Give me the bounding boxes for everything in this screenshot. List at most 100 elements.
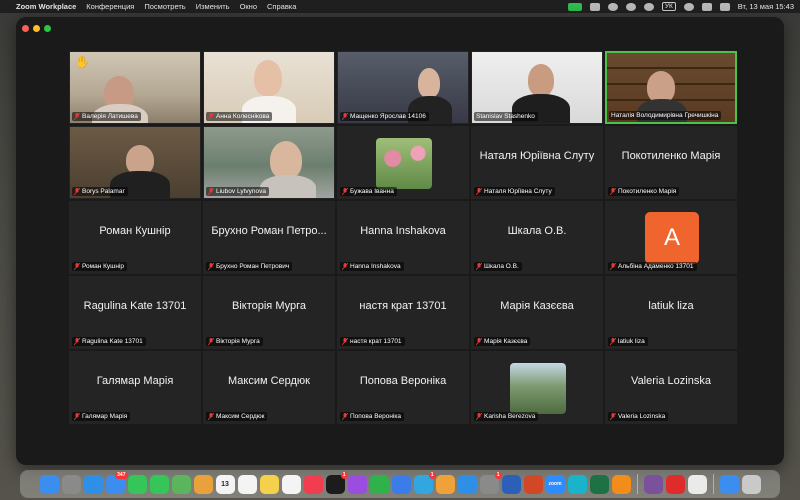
numbers-icon[interactable]	[369, 474, 389, 494]
participant-name-label: Stanislav Stashenko	[474, 112, 538, 121]
participant-tile[interactable]: Анна Колеснікова	[203, 51, 335, 124]
clock-tray-icon[interactable]	[607, 2, 618, 11]
play-tray-icon[interactable]	[643, 2, 654, 11]
participant-tile[interactable]: Покотиленко Марія Покотиленко Марія	[605, 126, 737, 199]
menu-view[interactable]: Посмотреть	[144, 2, 185, 11]
participant-tile[interactable]: Stanislav Stashenko	[471, 51, 603, 124]
participant-display-name: Покотиленко Марія	[621, 150, 721, 162]
participant-name: Мащенко Ярослав 14106	[350, 113, 426, 120]
mic-muted-icon	[208, 263, 214, 270]
launchpad-icon[interactable]	[61, 474, 81, 494]
participant-tile[interactable]: Karisha Berezova	[471, 351, 603, 424]
music-icon[interactable]	[303, 474, 323, 494]
profile-photo	[510, 363, 566, 414]
dock: 347 13 1 1 1 zoom	[20, 470, 780, 498]
participant-tile[interactable]: настя крат 13701 настя крат 13701	[337, 276, 469, 349]
zoom-tray-icon[interactable]	[589, 2, 600, 11]
excel-icon[interactable]	[589, 474, 609, 494]
participant-tile[interactable]: Вікторія Мурга Вікторія Мурга	[203, 276, 335, 349]
preview-icon[interactable]	[687, 474, 707, 494]
control-center-icon[interactable]	[719, 2, 730, 11]
participant-tile[interactable]: Галямар Марія Галямар Марія	[69, 351, 201, 424]
mic-muted-icon	[476, 413, 482, 420]
canva-icon[interactable]	[567, 474, 587, 494]
participant-display-name: Марія Казєєва	[500, 300, 574, 312]
calendar-icon[interactable]: 13	[215, 474, 235, 494]
menubar-clock[interactable]: Вт, 13 мая 15:43	[738, 2, 794, 11]
battery-icon[interactable]	[701, 2, 712, 11]
mail-icon[interactable]: 347	[105, 471, 128, 494]
viber-icon[interactable]	[643, 474, 663, 494]
settings-icon[interactable]: 1	[479, 471, 502, 494]
participant-name-label: Наталя Юріївна Слуту	[474, 187, 555, 196]
freeform-icon[interactable]	[281, 474, 301, 494]
participant-name: Попова Вероніка	[350, 413, 402, 420]
menu-edit[interactable]: Изменить	[196, 2, 230, 11]
participant-tile[interactable]: Мащенко Ярослав 14106	[337, 51, 469, 124]
participant-tile[interactable]: ✋ Валерія Латишева	[69, 51, 201, 124]
profile-photo	[376, 138, 432, 189]
participant-name: Stanislav Stashenko	[476, 113, 535, 120]
participant-tile[interactable]: Шкала О.В. Шкала О.В.	[471, 201, 603, 274]
participant-name-label: Hanna Inshakova	[340, 262, 404, 271]
mic-muted-icon	[610, 263, 616, 270]
participant-name: Liubov Lytvynova	[216, 188, 266, 195]
participant-name-label: Анна Колеснікова	[206, 112, 273, 121]
facetime-icon[interactable]	[127, 474, 147, 494]
keyboard-layout-indicator[interactable]: УК	[661, 2, 676, 11]
participant-name-label: Мащенко Ярослав 14106	[340, 112, 429, 121]
participant-tile[interactable]: Максим Сердюк Максим Сердюк	[203, 351, 335, 424]
participant-tile[interactable]: Ragulina Kate 13701 Ragulina Kate 13701	[69, 276, 201, 349]
trash-icon[interactable]	[741, 474, 761, 494]
participant-tile[interactable]: Borys Palamar	[69, 126, 201, 199]
app-name-menu[interactable]: Zoom Workplace	[16, 2, 76, 11]
appstore-icon[interactable]	[457, 474, 477, 494]
messages-icon[interactable]	[149, 474, 169, 494]
wifi-icon[interactable]	[683, 2, 694, 11]
participant-tile[interactable]: Попова Вероніка Попова Вероніка	[337, 351, 469, 424]
participant-name: Наталія Володимирівна Гречишкіна	[611, 112, 719, 119]
tv-icon[interactable]: 1	[325, 471, 348, 494]
reminders-icon[interactable]	[237, 474, 257, 494]
participant-tile-active-speaker[interactable]: Наталія Володимирівна Гречишкіна	[605, 51, 737, 124]
menu-conference[interactable]: Конференция	[86, 2, 134, 11]
menu-window[interactable]: Окно	[240, 2, 257, 11]
close-window-button[interactable]	[22, 25, 29, 32]
participant-tile[interactable]: Брухно Роман Петро... Брухно Роман Петро…	[203, 201, 335, 274]
sync-tray-icon[interactable]	[625, 2, 636, 11]
menu-help[interactable]: Справка	[267, 2, 296, 11]
vlc-icon[interactable]	[611, 474, 631, 494]
finder-icon[interactable]	[39, 474, 59, 494]
mic-muted-icon	[208, 413, 214, 420]
zoom-icon[interactable]: zoom	[545, 474, 565, 494]
participant-name: Галямар Марія	[82, 413, 128, 420]
telegram-icon[interactable]: 1	[413, 471, 436, 494]
downloads-icon[interactable]	[719, 474, 739, 494]
participant-tile[interactable]: Hanna Inshakova Hanna Inshakova	[337, 201, 469, 274]
participant-tile[interactable]: latiuk liza latiuk liza	[605, 276, 737, 349]
participant-tile[interactable]: Наталя Юріївна Слуту Наталя Юріївна Слут…	[471, 126, 603, 199]
mic-muted-icon	[610, 413, 616, 420]
participant-tile[interactable]: Марія Казєєва Марія Казєєва	[471, 276, 603, 349]
participant-tile[interactable]: A Альбіна Адаменко 13701	[605, 201, 737, 274]
maps-icon[interactable]	[171, 474, 191, 494]
participant-tile[interactable]: Роман Кушнір Роман Кушнір	[69, 201, 201, 274]
minimize-window-button[interactable]	[33, 25, 40, 32]
safari-icon[interactable]	[83, 474, 103, 494]
acrobat-icon[interactable]	[665, 474, 685, 494]
participant-tile[interactable]: Бужава Іванна	[337, 126, 469, 199]
podcasts-icon[interactable]	[347, 474, 367, 494]
keynote-icon[interactable]	[391, 474, 411, 494]
dock-separator	[636, 474, 638, 494]
powerpoint-icon[interactable]	[523, 474, 543, 494]
photos-icon[interactable]	[193, 474, 213, 494]
zoom-window-button[interactable]	[44, 25, 51, 32]
mic-muted-icon	[342, 413, 348, 420]
participant-name-label: Valeria Lozinska	[608, 412, 669, 421]
participant-tile[interactable]: Valeria Lozinska Valeria Lozinska	[605, 351, 737, 424]
participant-tile[interactable]: Liubov Lytvynova	[203, 126, 335, 199]
pages-icon[interactable]	[435, 474, 455, 494]
notes-icon[interactable]	[259, 474, 279, 494]
word-icon[interactable]	[501, 474, 521, 494]
zoom-video-tray-icon[interactable]	[567, 2, 582, 11]
